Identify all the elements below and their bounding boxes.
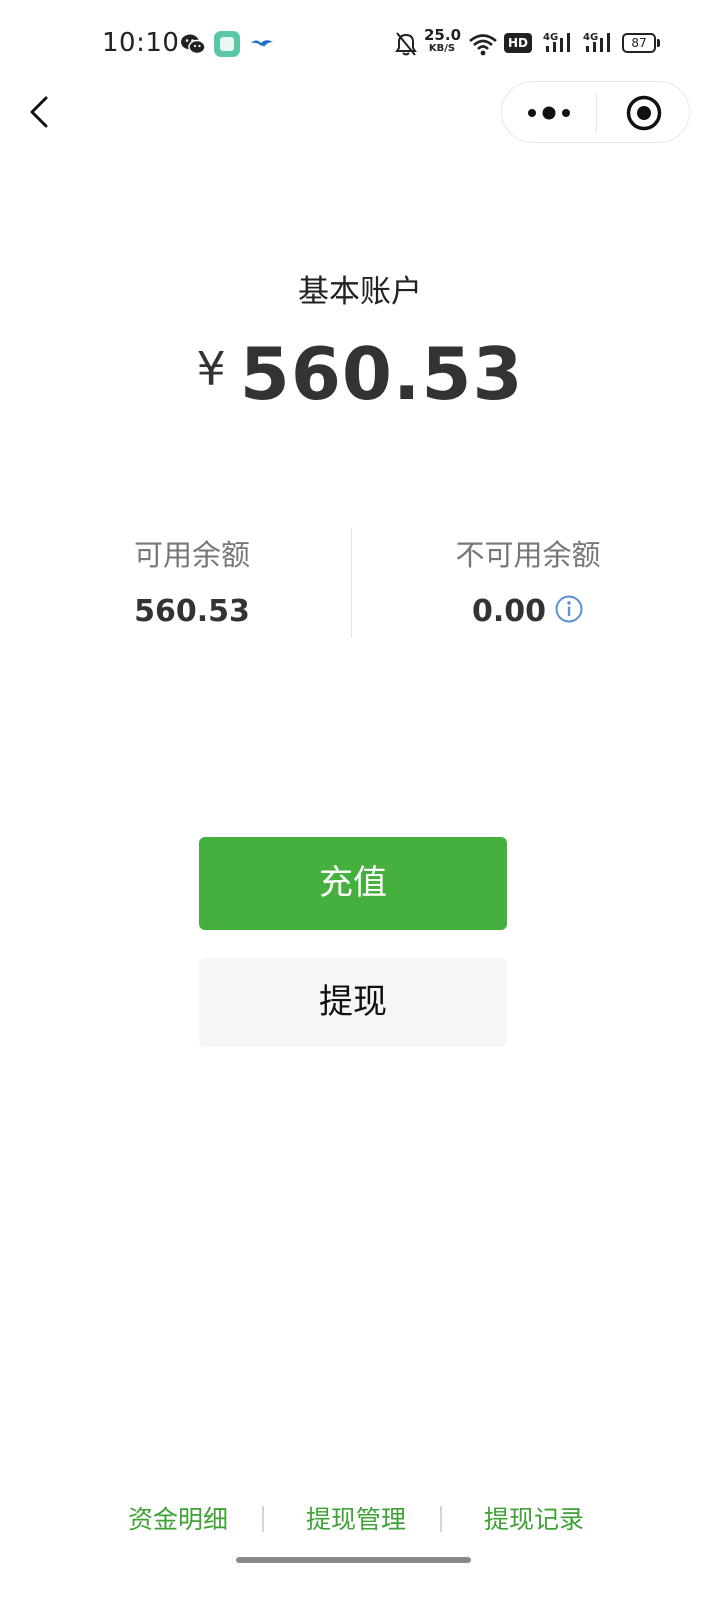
mute-bell-icon [395, 32, 417, 56]
available-value: 560.53 [134, 594, 250, 629]
total-balance: ¥560.53 [0, 332, 720, 416]
footer-link-withdraw-records[interactable]: 提现记录 [484, 1500, 584, 1536]
bird-icon [251, 40, 273, 47]
available-balance: 可用余额 560.53 [16, 532, 368, 629]
signal-icon: 4G [543, 32, 570, 52]
net-speed-value: 25.0 [424, 26, 462, 44]
svg-text:4G: 4G [583, 32, 598, 43]
net-speed-unit: KB/S [428, 43, 456, 54]
back-chevron-icon[interactable] [22, 92, 58, 132]
close-miniprogram-button[interactable] [597, 82, 691, 142]
footer-links: 资金明细 提现管理 提现记录 [0, 1500, 720, 1540]
total-amount: 560.53 [239, 332, 524, 416]
wifi-icon [469, 34, 497, 56]
footer-link-withdraw-management[interactable]: 提现管理 [306, 1500, 406, 1536]
info-icon[interactable] [554, 594, 584, 624]
status-time: 10:10 [102, 28, 180, 58]
footer-separator [262, 1506, 264, 1532]
unavailable-label: 不可用余额 [455, 538, 601, 572]
more-button[interactable] [502, 82, 596, 142]
app-icon [214, 31, 240, 57]
battery-tip [657, 39, 660, 47]
more-icon [528, 106, 570, 120]
unavailable-value-row: 0.00 [352, 594, 704, 629]
battery-icon: 87 [622, 33, 660, 53]
account-title: 基本账户 [298, 274, 422, 310]
footer-separator [440, 1506, 442, 1532]
battery-level: 87 [622, 33, 656, 53]
signal-icon: 4G [583, 32, 610, 52]
footer-link-fund-details[interactable]: 资金明细 [128, 1500, 228, 1536]
home-indicator[interactable] [236, 1557, 471, 1563]
close-miniprogram-icon [626, 95, 662, 131]
hd-icon: HD [504, 33, 532, 53]
available-label: 可用余额 [133, 538, 250, 572]
status-bar: 10:10 25.0 KB/S HD 4G 4G 87 [0, 0, 720, 88]
svg-text:4G: 4G [543, 32, 558, 43]
miniprogram-capsule [501, 81, 690, 143]
unavailable-value: 0.00 [471, 594, 547, 629]
unavailable-balance: 不可用余额 0.00 [352, 532, 704, 629]
wechat-icon [181, 34, 206, 55]
net-speed: 25.0 KB/S [424, 26, 462, 60]
recharge-button[interactable]: 充值 [199, 837, 507, 930]
currency-symbol: ¥ [196, 342, 226, 396]
withdraw-button[interactable]: 提现 [199, 958, 507, 1047]
